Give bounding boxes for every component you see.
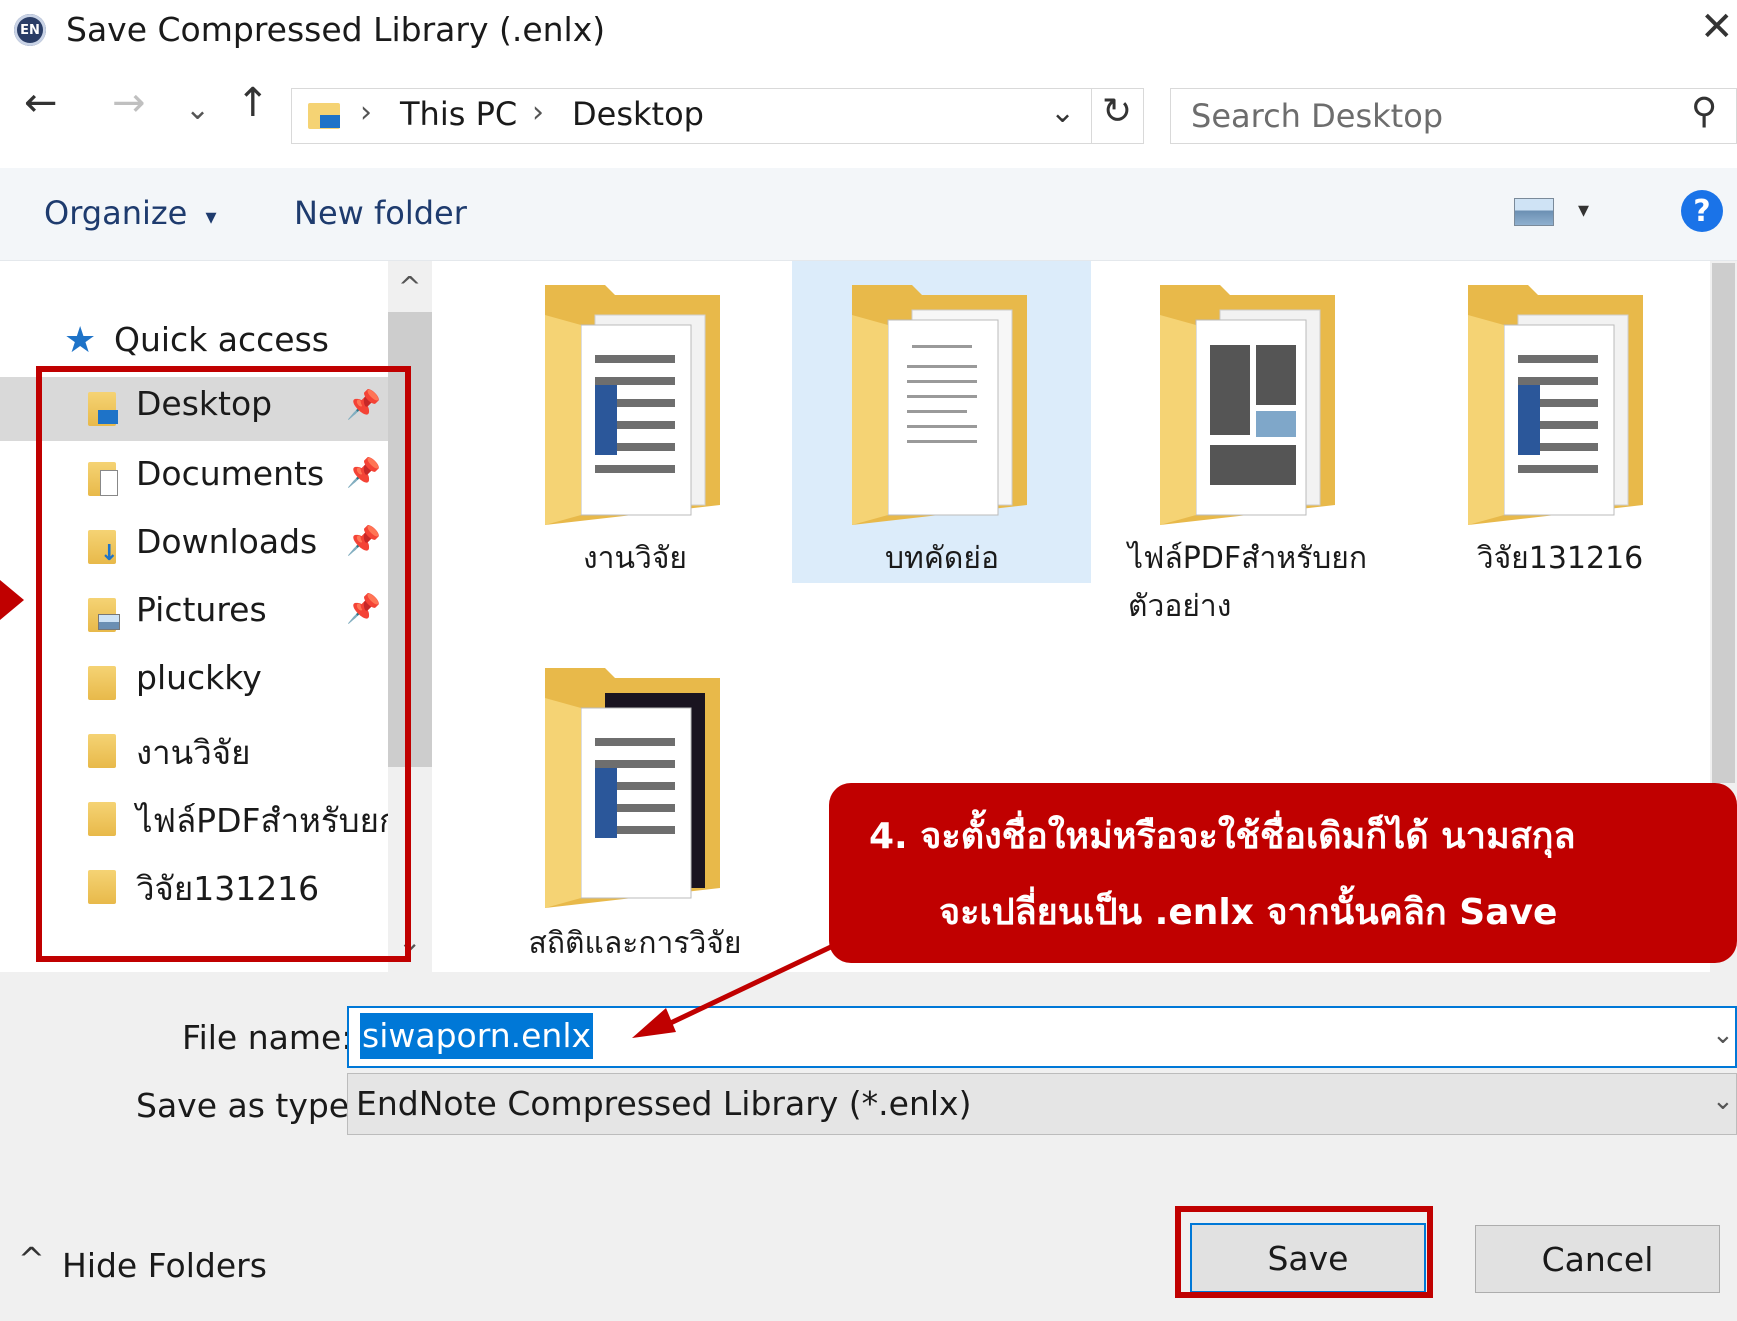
folder-with-documents-icon — [545, 285, 720, 525]
folder-with-documents-icon — [852, 285, 1027, 525]
annotation-arrow-left-icon — [0, 580, 24, 620]
breadcrumb-separator: › — [532, 95, 544, 130]
file-tile[interactable] — [1468, 285, 1643, 529]
organize-caret-icon: ▾ — [205, 205, 217, 230]
file-label: งานวิจัย — [582, 541, 687, 576]
organize-button[interactable]: Organize ▾ — [44, 194, 217, 232]
save-as-type-label: Save as type: — [136, 1086, 361, 1125]
search-placeholder: Search Desktop — [1191, 97, 1444, 135]
refresh-button[interactable]: ↻ — [1092, 88, 1144, 144]
callout-line-2: จะเปลี่ยนเป็น .enlx จากนั้นคลิก Save — [939, 892, 1558, 933]
callout-pointer-arrow-icon — [632, 942, 837, 1038]
breadcrumb-this-pc[interactable]: This PC — [400, 95, 517, 133]
file-label: บทคัดย่อ — [885, 541, 999, 576]
refresh-icon: ↻ — [1102, 91, 1133, 132]
save-button-highlight-box — [1175, 1206, 1433, 1298]
recent-locations-button[interactable]: ⌄ — [185, 92, 210, 127]
save-as-type-value: EndNote Compressed Library (*.enlx) — [356, 1084, 972, 1123]
file-label: วิจัย131216 — [1476, 541, 1644, 576]
this-pc-folder-icon — [308, 99, 342, 131]
help-icon[interactable]: ? — [1681, 190, 1723, 232]
file-label: ไฟล์PDFสำหรับยก — [1128, 541, 1367, 576]
search-icon: ⚲ — [1691, 91, 1718, 132]
save-type-dropdown-icon[interactable]: ⌄ — [1712, 1086, 1734, 1116]
search-input[interactable]: Search Desktop ⚲ — [1170, 88, 1737, 144]
command-toolbar — [0, 168, 1737, 260]
file-tile[interactable] — [852, 285, 1027, 529]
file-name-dropdown-icon[interactable]: ⌄ — [1712, 1020, 1734, 1050]
file-tile[interactable] — [545, 668, 720, 912]
nav-scroll-up-icon[interactable]: ^ — [398, 270, 421, 303]
quick-access-highlight-box — [36, 366, 411, 962]
quick-access-label[interactable]: Quick access — [114, 320, 329, 359]
window-title: Save Compressed Library (.enlx) — [66, 10, 606, 49]
organize-label: Organize — [44, 194, 188, 232]
file-list-scrollbar-thumb[interactable] — [1712, 263, 1735, 783]
save-as-type-select[interactable]: EndNote Compressed Library (*.enlx) — [347, 1073, 1737, 1135]
cancel-button[interactable]: Cancel — [1475, 1225, 1720, 1293]
forward-button[interactable]: → — [112, 80, 146, 126]
breadcrumb-separator: › — [360, 95, 372, 130]
file-label-line2: ตัวอย่าง — [1128, 589, 1232, 624]
hide-folders-chevron-icon[interactable]: ^ — [18, 1240, 45, 1278]
folder-with-documents-icon — [1160, 285, 1335, 525]
file-name-value[interactable]: siwaporn.enlx — [360, 1013, 594, 1059]
up-button[interactable]: ↑ — [236, 80, 270, 126]
quick-access-star-icon: ★ — [64, 320, 97, 361]
file-name-label: File name: — [182, 1018, 353, 1057]
view-options-caret-icon[interactable]: ▾ — [1578, 198, 1589, 223]
breadcrumb-desktop[interactable]: Desktop — [572, 95, 704, 133]
file-tile[interactable] — [545, 285, 720, 529]
folder-with-documents-icon — [1468, 285, 1643, 525]
hide-folders-button[interactable]: Hide Folders — [62, 1246, 267, 1285]
view-icon[interactable] — [1514, 198, 1554, 226]
close-button[interactable]: ✕ — [1700, 4, 1734, 50]
folder-with-documents-icon — [545, 668, 720, 908]
instruction-callout: 4. จะตั้งชื่อใหม่หรือจะใช้ชื่อเดิมก็ได้ … — [829, 783, 1737, 963]
address-bar[interactable]: › This PC › Desktop ⌄ — [291, 88, 1092, 144]
endnote-logo-icon: EN — [14, 14, 46, 46]
new-folder-button[interactable]: New folder — [294, 194, 467, 232]
address-dropdown-icon[interactable]: ⌄ — [1050, 95, 1075, 130]
back-button[interactable]: ← — [24, 80, 58, 126]
file-tile[interactable] — [1160, 285, 1335, 529]
callout-line-1: 4. จะตั้งชื่อใหม่หรือจะใช้ชื่อเดิมก็ได้ … — [869, 816, 1576, 857]
